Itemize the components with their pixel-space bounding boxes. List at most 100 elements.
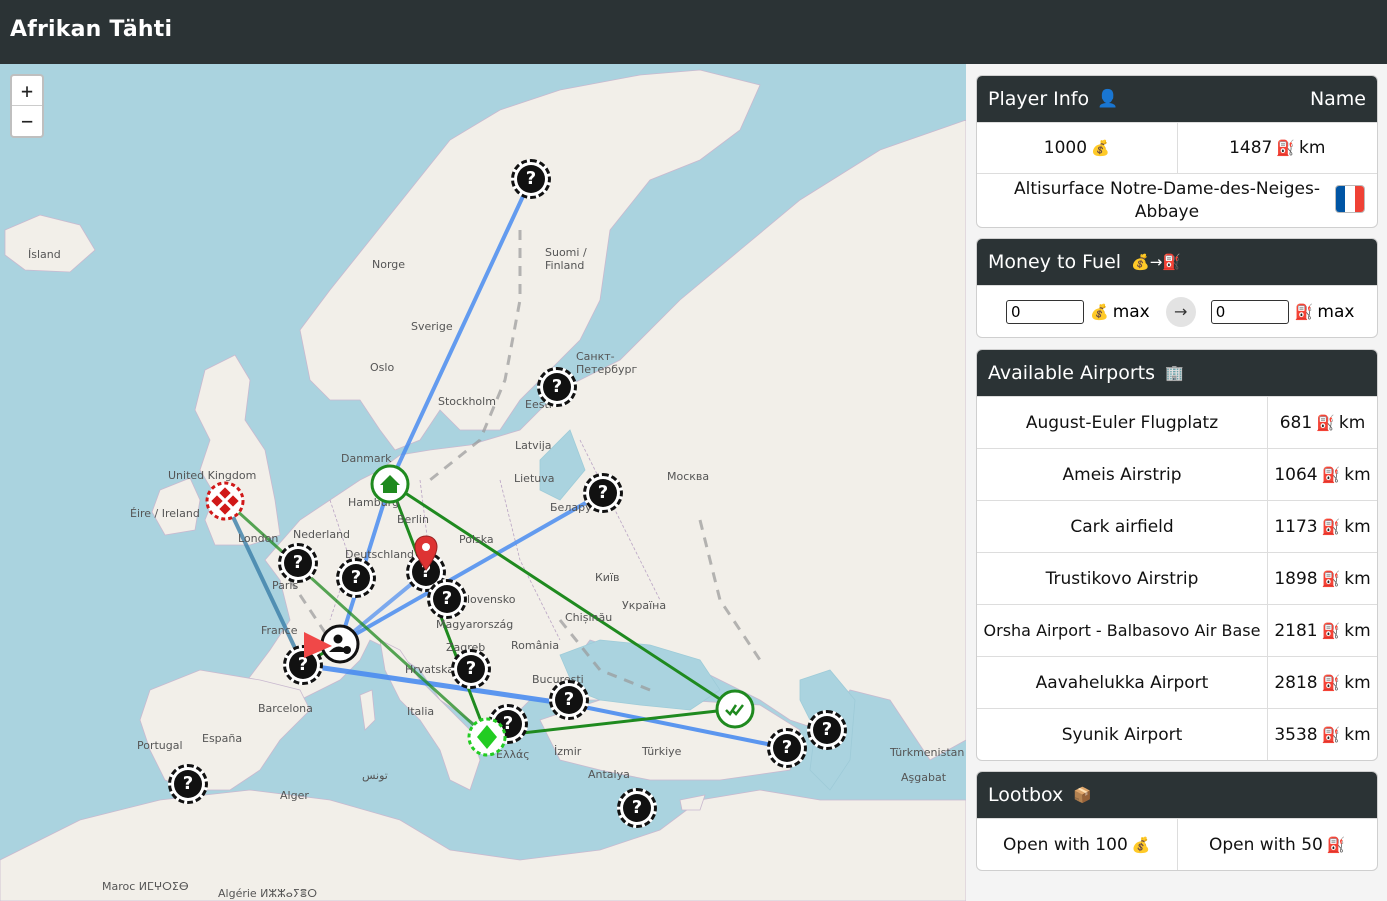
distance-value: 2181	[1274, 620, 1318, 641]
gas-pump-icon: ⛽	[1294, 302, 1314, 321]
coins-icon: 💰	[1091, 139, 1110, 157]
map-canvas[interactable]	[0, 64, 966, 901]
fuel-max-button[interactable]: max	[1317, 302, 1354, 322]
airport-name: Ameis Airstrip	[1062, 464, 1182, 485]
convert-arrow-button[interactable]: →	[1165, 296, 1196, 327]
airport-row[interactable]: Aavahelukka Airport 2818 ⛽ km	[977, 656, 1377, 708]
coins-icon: 💰	[1090, 302, 1109, 321]
app-title: Afrikan Tähti	[10, 17, 173, 42]
unknown-airport-marker[interactable]: ?	[617, 788, 657, 828]
map-label: İzmir	[554, 745, 582, 758]
map-label: Berlin	[397, 513, 429, 526]
airport-row[interactable]: Ameis Airstrip 1064 ⛽ km	[977, 448, 1377, 500]
open-with-money-button[interactable]: Open with 100 💰	[977, 819, 1177, 870]
distance-value: 2818	[1274, 672, 1318, 693]
distance-unit: km	[1344, 724, 1371, 745]
unknown-airport-marker[interactable]: ?	[427, 579, 467, 619]
airport-distance: 2818 ⛽ km	[1267, 657, 1377, 708]
map-label: Maroc ⵍⵎⵖⵔⵉⴱ	[102, 880, 189, 893]
map-label: Україна	[622, 599, 667, 612]
money-to-fuel-header: Money to Fuel 💰→⛽	[977, 239, 1377, 285]
airports-header: Available Airports 🏢	[977, 350, 1377, 396]
map-label: Sverige	[411, 320, 453, 333]
map-label: Norge	[372, 258, 406, 271]
player-info-title: Player Info	[988, 88, 1090, 110]
unknown-airport-marker[interactable]: ?	[278, 543, 318, 583]
home-airport-marker[interactable]	[369, 463, 411, 505]
map-label: Chișinău	[565, 611, 613, 624]
unknown-airport-marker[interactable]: ?	[537, 367, 577, 407]
unknown-airport-marker[interactable]: ?	[168, 764, 208, 804]
box-icon: 📦	[1073, 786, 1092, 804]
distance-value: 681	[1279, 412, 1313, 433]
distance-value: 1064	[1274, 464, 1318, 485]
money-max-button[interactable]: max	[1113, 302, 1150, 322]
flag-blue	[1336, 186, 1346, 212]
distance-unit: km	[1344, 464, 1371, 485]
question-icon: ?	[517, 165, 545, 193]
open-with-fuel-button[interactable]: Open with 50 ⛽	[1176, 819, 1378, 870]
unknown-airport-marker[interactable]: ?	[549, 680, 589, 720]
unknown-airport-marker[interactable]: ?	[807, 710, 847, 750]
gas-pump-icon: ⛽	[1326, 835, 1346, 854]
airport-name: Syunik Airport	[1061, 724, 1183, 745]
airport-distance: 1064 ⛽ km	[1267, 449, 1377, 500]
unknown-airport-marker[interactable]: ?	[583, 473, 623, 513]
coins-icon: 💰	[1131, 835, 1151, 854]
distance-unit: km	[1338, 412, 1366, 433]
current-location: Altisurface Notre-Dame-des-Neiges-Abbaye	[1013, 178, 1320, 222]
question-icon: ?	[589, 479, 617, 507]
open-with-money-label: Open with 100	[1003, 834, 1128, 855]
airport-row[interactable]: Syunik Airport 3538 ⛽ km	[977, 708, 1377, 760]
money-amount-input[interactable]	[1006, 299, 1084, 324]
gas-pump-icon: ⛽	[1276, 139, 1296, 157]
map-label: Stockholm	[438, 395, 496, 408]
zoom-in-button[interactable]: +	[12, 76, 42, 106]
airport-row[interactable]: August-Euler Flugplatz 681 ⛽ km	[977, 396, 1377, 448]
danger-airport-marker[interactable]	[204, 480, 246, 522]
question-icon: ?	[623, 794, 651, 822]
airport-row[interactable]: Trustikovo Airstrip 1898 ⛽ km	[977, 552, 1377, 604]
airport-row[interactable]: Orsha Airport - Balbasovo Air Base 2181 ⛽…	[977, 604, 1377, 656]
map-label: Nederland	[293, 528, 351, 541]
lootbox-card: Lootbox 📦 Open with 100 💰 Open with 50 ⛽	[976, 771, 1378, 871]
map-label: Санкт-Петербург	[576, 350, 638, 376]
unknown-airport-marker[interactable]: ?	[767, 728, 807, 768]
arrow-right-icon: →	[1174, 302, 1188, 321]
visited-airport-marker[interactable]	[714, 688, 756, 730]
lootbox-title: Lootbox	[988, 784, 1064, 806]
airport-distance: 3538 ⛽ km	[1267, 709, 1377, 760]
map-label: Barcelona	[258, 702, 313, 715]
distance-unit: km	[1344, 620, 1371, 641]
map-label: Portugal	[137, 739, 183, 752]
distance-unit: km	[1344, 516, 1371, 537]
unknown-airport-marker[interactable]: ?	[336, 558, 376, 598]
question-icon: ?	[284, 549, 312, 577]
map-label: Polska	[459, 533, 494, 546]
question-icon: ?	[813, 716, 841, 744]
map-label: Москва	[667, 470, 710, 483]
airport-row[interactable]: Cark airfield 1173 ⛽ km	[977, 500, 1377, 552]
map-label: London	[238, 532, 279, 545]
fuel-amount-input[interactable]	[1210, 299, 1289, 324]
coins-to-fuel-icon: 💰→⛽	[1131, 253, 1181, 271]
airport-name: Orsha Airport - Balbasovo Air Base	[983, 621, 1261, 640]
question-icon: ?	[457, 655, 485, 683]
zoom-out-button[interactable]: −	[12, 106, 42, 136]
airports-title: Available Airports	[988, 362, 1155, 384]
distance-unit: km	[1344, 568, 1371, 589]
unknown-airport-marker[interactable]: ?	[511, 159, 551, 199]
map-pin-icon	[414, 535, 438, 571]
map-view[interactable]: + − Ísland Norge Suomi / Finland Sverige…	[0, 64, 966, 901]
gas-pump-icon: ⛽	[1321, 621, 1341, 640]
airports-card: Available Airports 🏢 August-Euler Flugpl…	[976, 349, 1378, 761]
unknown-airport-marker[interactable]: ?	[451, 649, 491, 689]
map-label: Türkmenistan	[890, 746, 965, 759]
star-airport-marker[interactable]	[466, 716, 508, 758]
map-label: España	[202, 732, 243, 745]
money-to-fuel-card: Money to Fuel 💰→⛽ 💰 max → ⛽ max	[976, 238, 1378, 338]
map-label: Oslo	[370, 361, 395, 374]
money-to-fuel-title: Money to Fuel	[988, 251, 1122, 273]
map-label: Türkiye	[642, 745, 682, 758]
map-label: România	[511, 639, 560, 652]
